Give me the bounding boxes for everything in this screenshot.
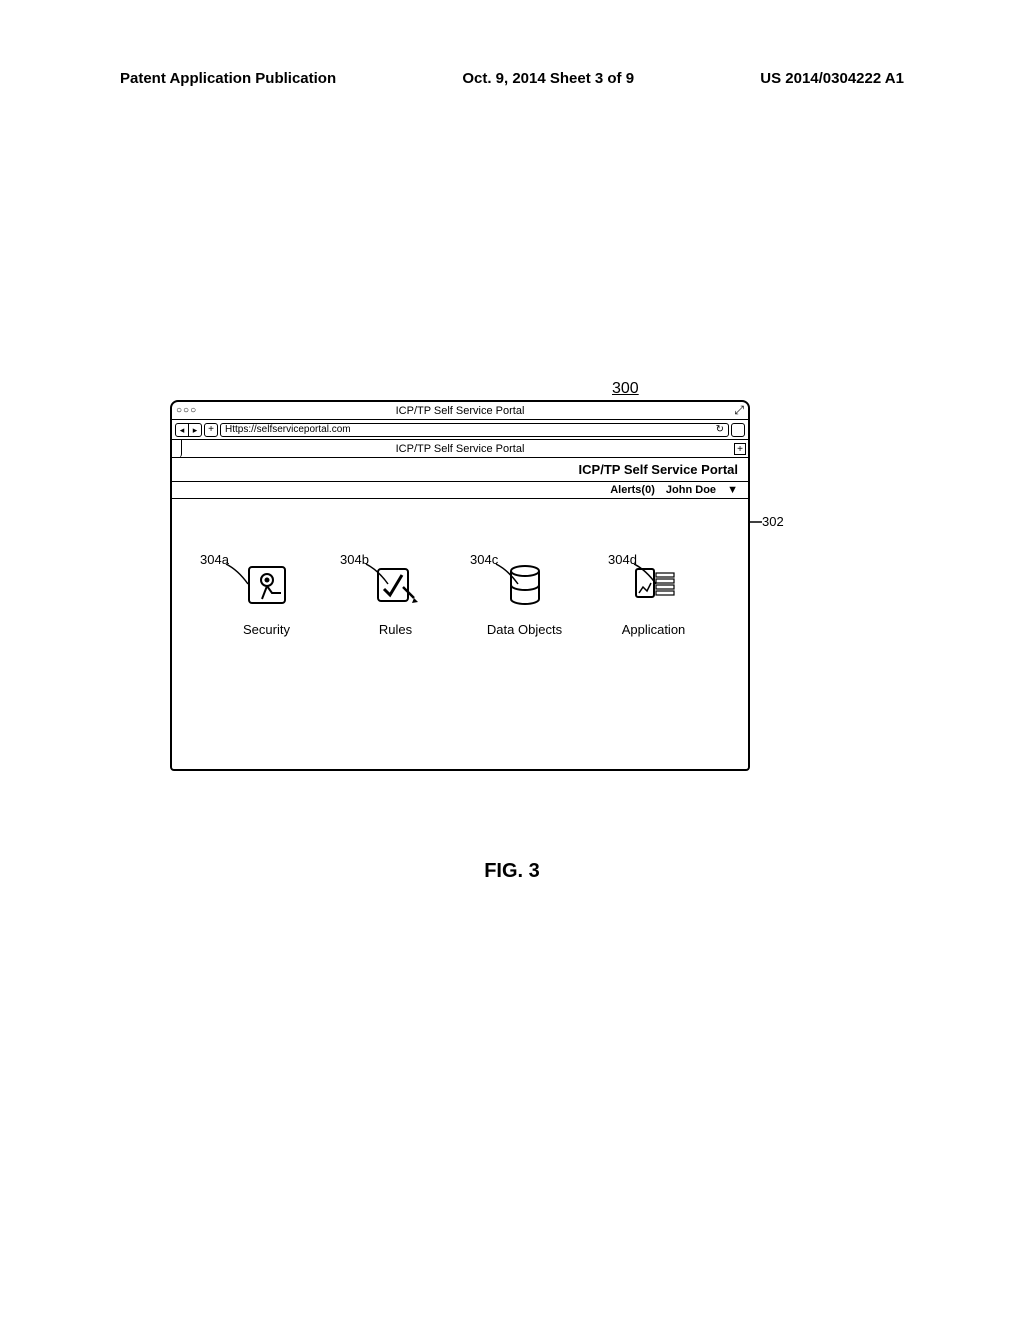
header-left: Patent Application Publication (120, 70, 336, 87)
nav-toolbar: ◂ ▸ + Https://selfserviceportal.com ↻ (172, 420, 748, 440)
tab-label[interactable]: ICP/TP Self Service Portal (396, 440, 525, 458)
url-bar[interactable]: Https://selfserviceportal.com ↻ (220, 423, 729, 437)
forward-button[interactable]: ▸ (189, 424, 201, 436)
dropdown-icon[interactable]: ▼ (727, 484, 738, 496)
figure-reference-300: 300 (612, 380, 639, 398)
tile-data-objects[interactable]: Data Objects (465, 563, 585, 637)
page-content: ICP/TP Self Service Portal Alerts(0) Joh… (172, 458, 748, 769)
tile-label: Security (207, 622, 327, 637)
window-title: ICP/TP Self Service Portal (396, 405, 525, 417)
page-header: Patent Application Publication Oct. 9, 2… (0, 0, 1024, 87)
header-right: US 2014/0304222 A1 (760, 70, 904, 87)
user-bar: Alerts(0) John Doe ▼ (172, 482, 748, 499)
nav-buttons: ◂ ▸ (175, 423, 202, 437)
tile-label: Rules (336, 622, 456, 637)
tile-rules[interactable]: Rules (336, 563, 456, 637)
figure-caption: FIG. 3 (484, 860, 540, 883)
reload-icon[interactable]: ↻ (716, 423, 724, 436)
url-text: Https://selfserviceportal.com (225, 423, 351, 436)
tab-bar: ICP/TP Self Service Portal + (172, 440, 748, 458)
tile-security[interactable]: Security (207, 563, 327, 637)
application-icon (632, 563, 676, 607)
callout-304c: 304c (470, 552, 498, 567)
scroll-up-button[interactable] (731, 423, 745, 437)
back-button[interactable]: ◂ (176, 424, 188, 436)
alerts-link[interactable]: Alerts(0) (610, 484, 655, 496)
callout-304b: 304b (340, 552, 369, 567)
portal-brand: ICP/TP Self Service Portal (172, 458, 748, 482)
callout-304d: 304d (608, 552, 637, 567)
tile-label: Application (594, 622, 714, 637)
tile-application[interactable]: Application (594, 563, 714, 637)
dashboard-area: Security Rules (172, 499, 748, 769)
security-icon (245, 563, 289, 607)
tile-label: Data Objects (465, 622, 585, 637)
window-titlebar: ○○○ ICP/TP Self Service Portal ⤢ (172, 402, 748, 420)
resize-icon[interactable]: ⤢ (730, 403, 748, 418)
add-button[interactable]: + (204, 423, 218, 437)
rules-icon (374, 563, 418, 607)
header-center: Oct. 9, 2014 Sheet 3 of 9 (462, 70, 634, 87)
callout-304a: 304a (200, 552, 229, 567)
callout-302: 302 (762, 514, 784, 529)
user-name[interactable]: John Doe (666, 484, 716, 496)
new-tab-button[interactable]: + (734, 443, 746, 455)
database-icon (503, 563, 547, 607)
traffic-lights-icon: ○○○ (172, 405, 201, 416)
browser-window: ○○○ ICP/TP Self Service Portal ⤢ ◂ ▸ + H… (170, 400, 750, 771)
